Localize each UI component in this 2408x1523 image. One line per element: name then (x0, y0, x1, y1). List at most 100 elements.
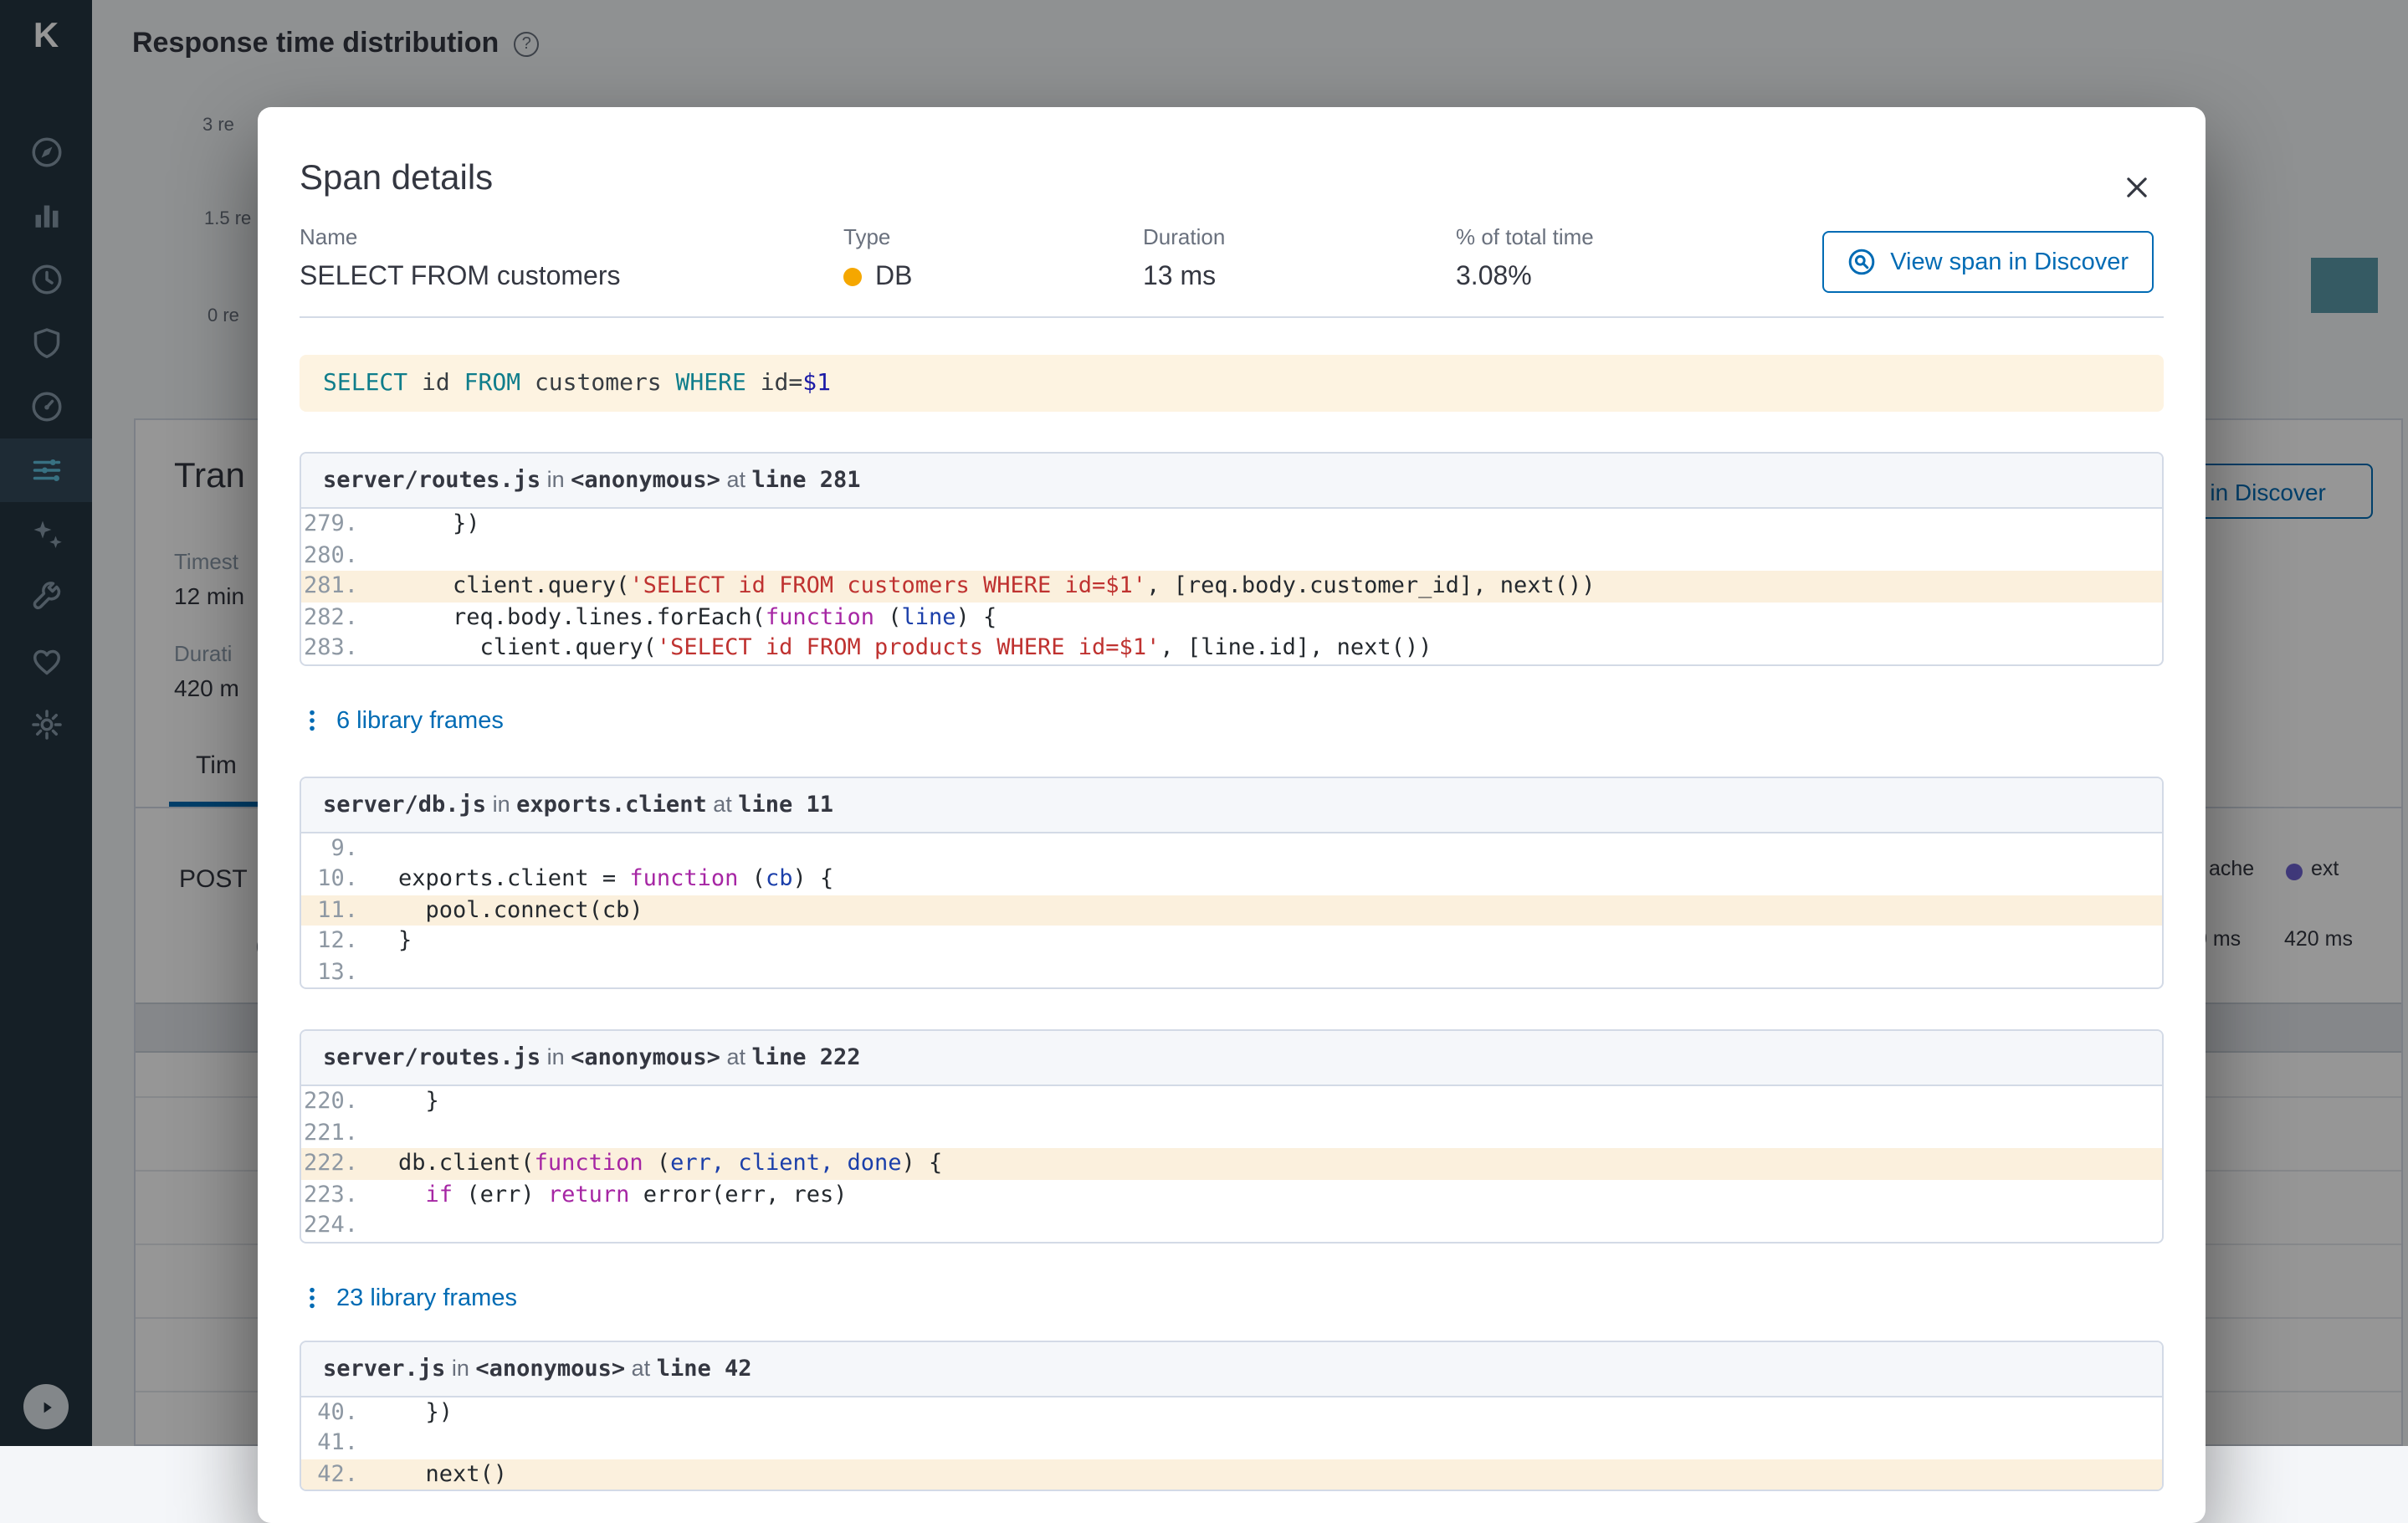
line-number: 12. (317, 927, 358, 954)
sql-segment: id (422, 370, 464, 397)
frame-word-in: in (541, 467, 571, 492)
span-type-dot (843, 268, 862, 286)
code-line: 13. (301, 956, 2162, 987)
sql-segment: $1 (802, 370, 831, 397)
frame-word-at: at (625, 1355, 657, 1380)
close-icon (2122, 172, 2155, 203)
frame-word-at: at (720, 1044, 752, 1069)
frame-function: exports.client (516, 791, 707, 818)
sql-segment: FROM (464, 370, 535, 397)
frame-word-in: in (486, 791, 517, 816)
code-line: 279. }) (301, 509, 2162, 540)
line-number: 11. (317, 896, 358, 923)
span-field-name: Name SELECT FROM customers (300, 224, 843, 295)
stack-dots-icon (300, 708, 325, 733)
sql-segment: SELECT (323, 370, 423, 397)
line-number: 220. (303, 1088, 358, 1115)
code-text: if (err) return error(err, res) (425, 1181, 848, 1208)
close-button[interactable] (2122, 171, 2155, 204)
line-number: 42. (317, 1460, 358, 1487)
frame-word-at: at (720, 467, 752, 492)
stack-frame-header: server.js in <anonymous> at line 42 (301, 1341, 2162, 1397)
stack-frame: server/db.js in exports.client at line 1… (300, 776, 2164, 989)
field-value: DB (843, 259, 1143, 295)
line-number: 223. (303, 1181, 358, 1208)
field-value-text: 13 ms (1143, 263, 1217, 291)
line-number: 41. (317, 1429, 358, 1456)
frame-file: server/routes.js (323, 467, 541, 494)
frame-file: server/db.js (323, 791, 487, 818)
code-text: } (398, 1088, 439, 1115)
library-frames-toggle[interactable]: 6 library frames (300, 705, 2164, 736)
divider (300, 316, 2164, 318)
code-line: 41. (301, 1428, 2162, 1459)
code-text: }) (398, 510, 480, 537)
stack-frame: server/routes.js in <anonymous> at line … (300, 452, 2164, 665)
line-number: 221. (303, 1119, 358, 1146)
line-number: 282. (303, 603, 358, 630)
code-line: 282. req.body.lines.forEach(function (li… (301, 602, 2162, 633)
code-text: req.body.lines.forEach(function (line) { (398, 603, 997, 630)
field-value-text: DB (875, 263, 913, 291)
code-line: 220. } (301, 1086, 2162, 1117)
code-text: client.query('SELECT id FROM products WH… (398, 634, 1432, 661)
stack-frame-header: server/routes.js in <anonymous> at line … (301, 454, 2162, 509)
discover-icon (1847, 248, 1875, 276)
frame-word-in: in (445, 1355, 476, 1380)
stack-frame-header: server/routes.js in <anonymous> at line … (301, 1031, 2162, 1086)
stack-frame: server.js in <anonymous> at line 42 40. }… (300, 1340, 2164, 1491)
code-text: pool.connect(cb) (398, 896, 643, 923)
stack-frame-code: 9. 10. exports.client = function (cb) {11.… (301, 833, 2162, 987)
line-number: 279. (303, 510, 358, 537)
span-sql-statement: SELECT id FROM customers WHERE id=$1 (300, 355, 2164, 412)
code-text: db.client(function (err, client, done) { (398, 1150, 943, 1177)
modal-title: Span details (300, 159, 494, 197)
code-line: 221. (301, 1117, 2162, 1148)
line-number: 10. (317, 865, 358, 892)
stack-frame-header: server/db.js in exports.client at line 1… (301, 777, 2162, 833)
field-label: Name (300, 224, 358, 249)
sql-segment: WHERE (675, 370, 761, 397)
view-span-label: View span in Discover (1890, 249, 2129, 275)
frame-line: line 222 (751, 1044, 861, 1071)
code-line: 280. (301, 540, 2162, 571)
stack-dots-icon (300, 1285, 325, 1310)
field-value-text: SELECT FROM customers (300, 263, 621, 291)
stack-frame-code: 279. }) 280. 281. client.query('SELECT id … (301, 509, 2162, 664)
field-value: SELECT FROM customers (300, 259, 843, 295)
span-field-type: Type DB (843, 224, 1143, 295)
frame-file: server/routes.js (323, 1044, 541, 1071)
stack-trace: server/routes.js in <anonymous> at line … (300, 452, 2164, 1491)
frame-line: line 281 (751, 467, 861, 494)
library-frames-label: 6 library frames (336, 707, 504, 734)
stack-frame-code: 40. }) 41. 42. next() (301, 1397, 2162, 1490)
code-text: } (398, 927, 412, 954)
stack-frame-code: 220. } 221. 222. db.client(function (err, c… (301, 1086, 2162, 1241)
library-frames-label: 23 library frames (336, 1285, 517, 1311)
stack-frame: server/routes.js in <anonymous> at line … (300, 1029, 2164, 1243)
sql-segment: customers (534, 370, 676, 397)
line-number: 9. (330, 834, 358, 861)
library-frames-toggle[interactable]: 23 library frames (300, 1283, 2164, 1313)
frame-function: <anonymous> (571, 467, 720, 494)
frame-word-in: in (541, 1044, 571, 1069)
line-number: 283. (303, 634, 358, 661)
code-text: }) (398, 1398, 453, 1425)
view-span-in-discover-button[interactable]: View span in Discover (1821, 231, 2154, 293)
code-line: 12.} (301, 926, 2162, 956)
code-line: 223. if (err) return error(err, res) (301, 1179, 2162, 1210)
line-number: 281. (303, 572, 358, 599)
field-label: Duration (1143, 224, 1226, 249)
frame-function: <anonymous> (571, 1044, 720, 1071)
frame-line: line 11 (738, 791, 834, 818)
field-label: Type (843, 224, 891, 249)
code-text: client.query('SELECT id FROM customers W… (398, 572, 1596, 599)
code-line: 283. client.query('SELECT id FROM produc… (301, 633, 2162, 664)
code-line: 11. pool.connect(cb) (301, 895, 2162, 926)
